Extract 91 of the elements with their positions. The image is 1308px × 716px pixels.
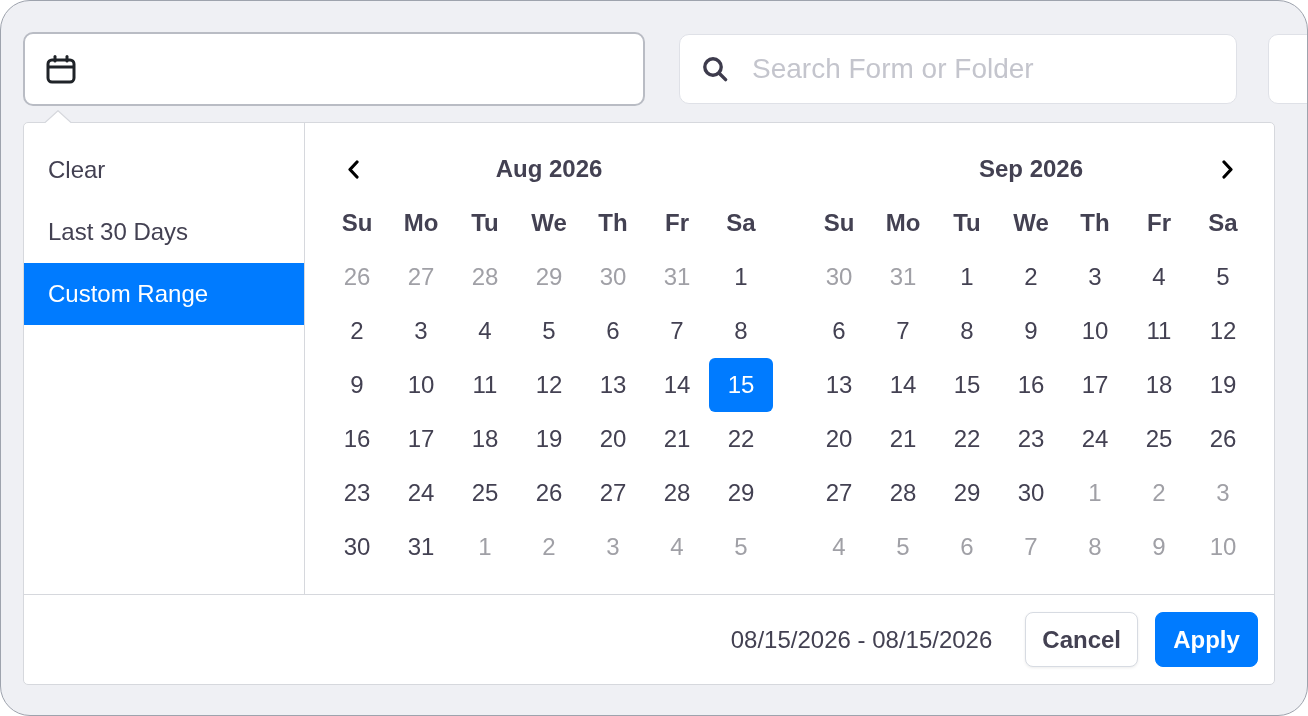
date-range-text: 08/15/2026 - 08/15/2026 — [730, 625, 993, 654]
date-cell[interactable]: 17 — [389, 412, 453, 466]
date-cell[interactable]: 14 — [645, 358, 709, 412]
date-cell[interactable]: 18 — [1127, 358, 1191, 412]
date-cell[interactable]: 22 — [935, 412, 999, 466]
date-cell[interactable]: 19 — [517, 412, 581, 466]
date-cell[interactable]: 20 — [807, 412, 871, 466]
date-cell[interactable]: 10 — [1063, 304, 1127, 358]
date-cell[interactable]: 1 — [709, 250, 773, 304]
cancel-button[interactable]: Cancel — [1025, 612, 1138, 667]
weekday-label: Fr — [1146, 208, 1172, 238]
next-month-button[interactable] — [1220, 159, 1234, 179]
weekday-label: Mo — [402, 208, 440, 238]
calendar-icon — [46, 54, 76, 84]
date-cell[interactable]: 21 — [645, 412, 709, 466]
date-cell[interactable]: 7 — [645, 304, 709, 358]
date-cell[interactable]: 27 — [807, 466, 871, 520]
date-cell[interactable]: 3 — [389, 304, 453, 358]
date-field[interactable] — [23, 32, 645, 106]
date-cell[interactable]: 9 — [999, 304, 1063, 358]
range-option[interactable]: Clear — [24, 139, 304, 201]
date-cell[interactable]: 24 — [389, 466, 453, 520]
date-cell[interactable]: 25 — [453, 466, 517, 520]
weekday-label: Su — [340, 208, 374, 238]
month-title: Aug 2026 — [494, 155, 604, 183]
search-icon — [702, 56, 728, 82]
range-option[interactable]: Last 30 Days — [24, 201, 304, 263]
date-cell[interactable]: 23 — [325, 466, 389, 520]
weekday-label: Sa — [1207, 208, 1239, 238]
date-cell[interactable]: 16 — [999, 358, 1063, 412]
previous-month-button[interactable] — [346, 159, 360, 179]
date-cell[interactable]: 10 — [389, 358, 453, 412]
month-title: Sep 2026 — [977, 155, 1085, 183]
date-cell[interactable]: 8 — [709, 304, 773, 358]
weekday-label: Th — [597, 208, 629, 238]
date-cell[interactable]: 8 — [935, 304, 999, 358]
date-cell[interactable]: 22 — [709, 412, 773, 466]
date-cell[interactable]: 11 — [453, 358, 517, 412]
date-cell[interactable]: 24 — [1063, 412, 1127, 466]
date-cell[interactable]: 29 — [935, 466, 999, 520]
date-cell[interactable]: 16 — [325, 412, 389, 466]
date-cell[interactable]: 6 — [581, 304, 645, 358]
date-cell[interactable]: 17 — [1063, 358, 1127, 412]
date-cell[interactable]: 26 — [1191, 412, 1255, 466]
date-cell[interactable]: 31 — [389, 520, 453, 574]
range-option[interactable]: Custom Range — [24, 263, 304, 325]
date-cell[interactable]: 25 — [1127, 412, 1191, 466]
date-cell[interactable]: 18 — [453, 412, 517, 466]
date-cell[interactable]: 3 — [1063, 250, 1127, 304]
date-cell[interactable]: 1 — [935, 250, 999, 304]
weekday-label: We — [1012, 208, 1050, 238]
date-cell[interactable]: 23 — [999, 412, 1063, 466]
apply-button[interactable]: Apply — [1155, 612, 1258, 667]
weekday-label: We — [530, 208, 568, 238]
chevron-left-icon — [346, 159, 360, 179]
date-cell[interactable]: 6 — [807, 304, 871, 358]
date-cell[interactable]: 20 — [581, 412, 645, 466]
date-cell[interactable]: 13 — [807, 358, 871, 412]
date-cell[interactable]: 7 — [871, 304, 935, 358]
date-cell[interactable]: 5 — [1191, 250, 1255, 304]
weekday-label: Mo — [884, 208, 922, 238]
date-cell[interactable]: 27 — [581, 466, 645, 520]
search-field[interactable]: Search Form or Folder — [679, 34, 1237, 104]
date-cell[interactable]: 12 — [517, 358, 581, 412]
date-cell[interactable]: 2 — [999, 250, 1063, 304]
date-cell[interactable]: 5 — [517, 304, 581, 358]
date-cell[interactable]: 21 — [871, 412, 935, 466]
date-cell[interactable]: 9 — [325, 358, 389, 412]
date-cell[interactable]: 28 — [871, 466, 935, 520]
weekday-label: Fr — [664, 208, 690, 238]
date-cell[interactable]: 30 — [999, 466, 1063, 520]
date-cell[interactable]: 4 — [1127, 250, 1191, 304]
weekday-label: Su — [822, 208, 856, 238]
date-cell[interactable]: 19 — [1191, 358, 1255, 412]
date-cell[interactable]: 28 — [645, 466, 709, 520]
date-cell[interactable]: 11 — [1127, 304, 1191, 358]
date-cell[interactable]: 29 — [709, 466, 773, 520]
weekday-label: Th — [1079, 208, 1111, 238]
date-cell[interactable]: 13 — [581, 358, 645, 412]
date-cell[interactable]: 15 — [709, 358, 773, 412]
date-cell[interactable]: 2 — [325, 304, 389, 358]
date-cell[interactable]: 14 — [871, 358, 935, 412]
weekday-label: Tu — [470, 208, 500, 238]
chevron-right-icon — [1220, 159, 1234, 179]
date-cell[interactable]: 4 — [453, 304, 517, 358]
date-cell[interactable]: 30 — [325, 520, 389, 574]
date-cell[interactable]: 12 — [1191, 304, 1255, 358]
date-cell[interactable]: 26 — [517, 466, 581, 520]
date-cell[interactable]: 15 — [935, 358, 999, 412]
weekday-label: Tu — [952, 208, 982, 238]
weekday-label: Sa — [725, 208, 757, 238]
